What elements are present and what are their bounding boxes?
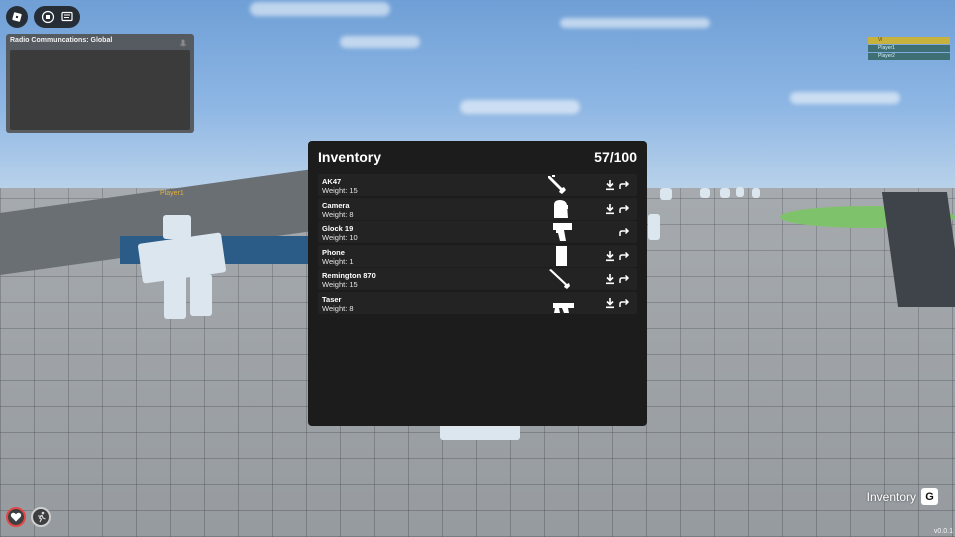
item-weight: Weight: 8 [322,209,354,219]
inventory-capacity: 57/100 [594,149,637,165]
cloud [560,18,710,28]
inventory-item-glock-19[interactable]: Glock 19 Weight: 10 [318,221,637,244]
inventory-header: Inventory 57/100 [318,147,637,167]
camera-icon [540,199,578,219]
player-list-row[interactable]: Player1 [868,45,950,52]
heart-icon [10,511,22,523]
item-weight: Weight: 8 [322,303,354,313]
drop-icon[interactable] [604,250,616,262]
item-weight: Weight: 15 [322,186,358,195]
inventory-item-camera[interactable]: Camera Weight: 8 [318,197,637,220]
player-list-row[interactable]: Vi [868,37,950,44]
inventory-window: Inventory 57/100 AK47 Weight: 15 Camera … [308,141,647,426]
item-name: Taser [322,294,342,304]
running-icon [35,511,47,523]
chat-bubble-icon[interactable] [60,10,74,24]
drop-icon[interactable] [604,297,616,309]
give-arrow-icon[interactable] [618,179,630,191]
inventory-item-list: AK47 Weight: 15 Camera Weight: 8 Glock 1… [318,174,637,316]
give-arrow-icon[interactable] [618,203,630,215]
item-name: Remington 870 [322,271,376,281]
inventory-keybind-hint: Inventory G [867,488,938,505]
stamina-indicator[interactable] [31,507,51,527]
inventory-title: Inventory [318,149,382,165]
health-indicator[interactable] [6,507,26,527]
item-name: Glock 19 [322,224,354,234]
item-weight: Weight: 10 [322,233,358,243]
item-name: Phone [322,247,345,257]
give-arrow-icon[interactable] [618,297,630,309]
inventory-hint-label: Inventory [866,489,916,504]
drop-icon[interactable] [604,273,616,285]
pistol-icon [540,222,578,242]
inventory-item-phone[interactable]: Phone Weight: 1 [318,244,637,267]
item-weight: Weight: 15 [322,280,358,290]
top-bar-pill [34,6,80,28]
radio-panel: Radio Communcations: Global [6,34,194,133]
version-label: v0.0.1 [933,528,953,535]
drop-icon[interactable] [604,179,616,191]
inventory-item-remington-870[interactable]: Remington 870 Weight: 15 [318,268,637,291]
player-name-tag: Player1 [160,190,184,197]
inventory-item-taser[interactable]: Taser Weight: 8 [318,291,637,314]
give-arrow-icon[interactable] [618,226,630,238]
cloud [790,92,900,104]
radio-message-area [10,50,190,130]
rifle-icon [540,175,578,195]
roblox-menu-button[interactable] [6,6,28,28]
cloud [250,2,390,16]
player-list-row[interactable]: Player2 [868,53,950,60]
player-list: Vi Player1 Player2 [868,37,950,61]
item-name: Camera [322,200,350,210]
give-arrow-icon[interactable] [618,250,630,262]
taser-icon [540,293,578,313]
item-weight: Weight: 1 [322,256,354,266]
cloud [340,36,420,48]
give-arrow-icon[interactable] [618,273,630,285]
inventory-item-ak47[interactable]: AK47 Weight: 15 [318,174,637,196]
radio-title: Radio Communcations: Global [10,37,113,44]
roblox-logo-icon [10,10,24,24]
cube-scatter-icon[interactable] [41,10,55,24]
microphone-icon[interactable] [178,36,188,47]
cloud [460,100,580,114]
drop-icon[interactable] [604,203,616,215]
phone-icon [540,245,578,266]
keybind-key: G [921,488,938,505]
shotgun-icon [540,269,578,290]
item-name: AK47 [322,177,342,186]
local-character-legs [440,424,520,440]
